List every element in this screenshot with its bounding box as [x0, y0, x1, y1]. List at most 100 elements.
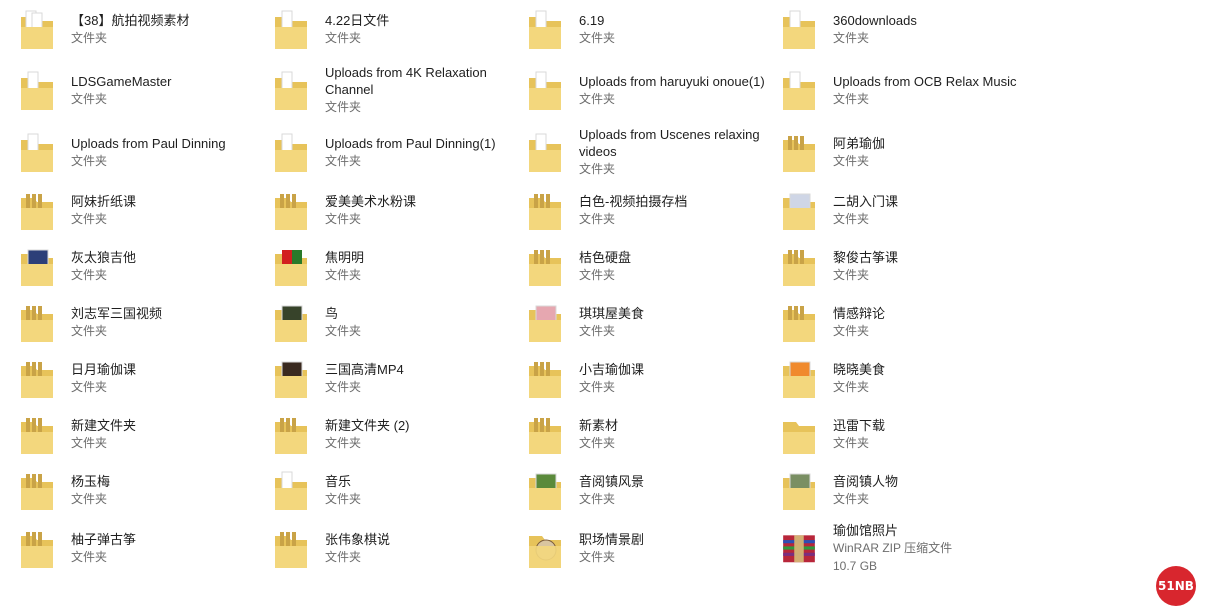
item-type: WinRAR ZIP 压缩文件 [833, 540, 953, 555]
folder-item[interactable]: 二胡入门课 文件夹 [778, 182, 1032, 238]
folder-icon [18, 298, 56, 346]
folder-item[interactable]: 音阅镇人物 文件夹 [778, 462, 1032, 518]
folder-item[interactable]: 柚子弹古筝 文件夹 [16, 518, 270, 578]
item-type: 文件夹 [325, 549, 362, 564]
item-type: 文件夹 [325, 100, 362, 114]
folder-item[interactable]: 黎俊古筝课 文件夹 [778, 238, 1032, 294]
item-type: 文件夹 [579, 491, 616, 506]
folder-item[interactable]: 4.22日文件 文件夹 [270, 0, 524, 58]
folder-item[interactable]: Uploads from Paul Dinning(1) 文件夹 [270, 122, 524, 182]
folder-item[interactable]: 张伟象棋说 文件夹 [270, 518, 524, 578]
folder-icon [526, 524, 564, 572]
item-type: 文件夹 [833, 323, 870, 338]
folder-icon [780, 128, 818, 176]
folder-icon [780, 5, 818, 53]
folder-name: 杨玉梅 [71, 473, 111, 489]
folder-icon [780, 466, 818, 514]
folder-icon [780, 242, 818, 290]
item-type: 文件夹 [833, 211, 870, 226]
folder-item[interactable]: 新素材 文件夹 [524, 406, 778, 462]
folder-name: 阿弟瑜伽 [833, 135, 886, 151]
item-type: 文件夹 [579, 549, 616, 564]
folder-icon [18, 128, 56, 176]
folder-name: Uploads from Uscenes relaxing videos [579, 127, 760, 159]
folder-icon [18, 410, 56, 458]
folder-icon [526, 410, 564, 458]
winrar-archive-icon [780, 524, 818, 572]
folder-item[interactable]: Uploads from 4K Relaxation Channel 文件夹 [270, 58, 524, 122]
folder-item[interactable]: 情感辩论 文件夹 [778, 294, 1032, 350]
archive-item[interactable]: 瑜伽馆照片 WinRAR ZIP 压缩文件 10.7 GB [778, 518, 1032, 578]
folder-item[interactable]: Uploads from Paul Dinning 文件夹 [16, 122, 270, 182]
folder-name: Uploads from OCB Relax Music [833, 73, 1017, 89]
folder-item[interactable]: 阿妹折纸课 文件夹 [16, 182, 270, 238]
folder-name: 阿妹折纸课 [71, 193, 137, 209]
folder-name: 白色-视频拍摄存档 [579, 193, 688, 209]
folder-name: 桔色硬盘 [579, 249, 632, 265]
folder-icon [18, 524, 56, 572]
folder-item[interactable]: 音阅镇风景 文件夹 [524, 462, 778, 518]
folder-item[interactable]: 灰太狼吉他 文件夹 [16, 238, 270, 294]
folder-item[interactable]: 日月瑜伽课 文件夹 [16, 350, 270, 406]
folder-item[interactable]: 晓晓美食 文件夹 [778, 350, 1032, 406]
folder-item[interactable]: Uploads from OCB Relax Music 文件夹 [778, 58, 1032, 122]
folder-item[interactable]: 音乐 文件夹 [270, 462, 524, 518]
folder-item[interactable]: LDSGameMaster 文件夹 [16, 58, 270, 122]
item-type: 文件夹 [833, 91, 870, 106]
item-type: 文件夹 [71, 267, 108, 282]
folder-icon [780, 354, 818, 402]
folder-item[interactable]: 6.19 文件夹 [524, 0, 778, 58]
folder-item[interactable]: 三国高清MP4 文件夹 [270, 350, 524, 406]
folder-item[interactable]: 迅雷下载 文件夹 [778, 406, 1032, 462]
folder-name: 爱美美术水粉课 [325, 193, 417, 209]
folder-name: 情感辩论 [833, 305, 886, 321]
folder-item[interactable]: Uploads from haruyuki onoue(1) 文件夹 [524, 58, 778, 122]
folder-item[interactable]: 阿弟瑜伽 文件夹 [778, 122, 1032, 182]
folder-name: 焦明明 [325, 249, 365, 265]
item-type: 文件夹 [579, 323, 616, 338]
folder-item[interactable]: 小吉瑜伽课 文件夹 [524, 350, 778, 406]
folder-name: 职场情景剧 [579, 531, 645, 547]
item-type: 文件夹 [325, 211, 362, 226]
folder-item[interactable]: 桔色硬盘 文件夹 [524, 238, 778, 294]
item-type: 文件夹 [579, 379, 616, 394]
folder-icon [18, 354, 56, 402]
file-size: 10.7 GB [833, 558, 878, 573]
folder-item[interactable]: 杨玉梅 文件夹 [16, 462, 270, 518]
item-type: 文件夹 [579, 267, 616, 282]
folder-item[interactable]: 360downloads 文件夹 [778, 0, 1032, 58]
item-type: 文件夹 [833, 30, 870, 45]
folder-name: 柚子弹古筝 [71, 531, 137, 547]
watermark-text: 51NB [1158, 579, 1194, 593]
folder-item[interactable]: 鸟文件夹 [270, 294, 524, 350]
item-type: 文件夹 [71, 491, 108, 506]
folder-name: 二胡入门课 [833, 193, 899, 209]
item-type: 文件夹 [71, 379, 108, 394]
folder-icon [272, 242, 310, 290]
folder-icon [526, 128, 564, 176]
folder-item[interactable]: 新建文件夹 文件夹 [16, 406, 270, 462]
item-type: 文件夹 [325, 30, 362, 45]
item-type: 文件夹 [71, 30, 108, 45]
folder-name: Uploads from Paul Dinning [71, 135, 226, 151]
folder-item[interactable]: 【38】航拍视频素材 文件夹 [16, 0, 270, 58]
folder-name: Uploads from 4K Relaxation Channel [325, 65, 487, 97]
folder-icon [526, 354, 564, 402]
item-type: 文件夹 [71, 153, 108, 168]
folder-icon [272, 186, 310, 234]
folder-icon [526, 186, 564, 234]
folder-item[interactable]: 职场情景剧 文件夹 [524, 518, 778, 578]
folder-icon [18, 186, 56, 234]
folder-name: Uploads from haruyuki onoue(1) [579, 73, 765, 89]
folder-name: 晓晓美食 [833, 361, 886, 377]
folder-icon [272, 298, 310, 346]
folder-item[interactable]: 新建文件夹 (2) 文件夹 [270, 406, 524, 462]
folder-item[interactable]: Uploads from Uscenes relaxing videos 文件夹 [524, 122, 778, 182]
folder-item[interactable]: 刘志军三国视频 文件夹 [16, 294, 270, 350]
folder-icon [272, 66, 310, 114]
folder-item[interactable]: 白色-视频拍摄存档 文件夹 [524, 182, 778, 238]
folder-item[interactable]: 琪琪屋美食 文件夹 [524, 294, 778, 350]
folder-item[interactable]: 焦明明 文件夹 [270, 238, 524, 294]
folder-icon [780, 186, 818, 234]
folder-item[interactable]: 爱美美术水粉课 文件夹 [270, 182, 524, 238]
